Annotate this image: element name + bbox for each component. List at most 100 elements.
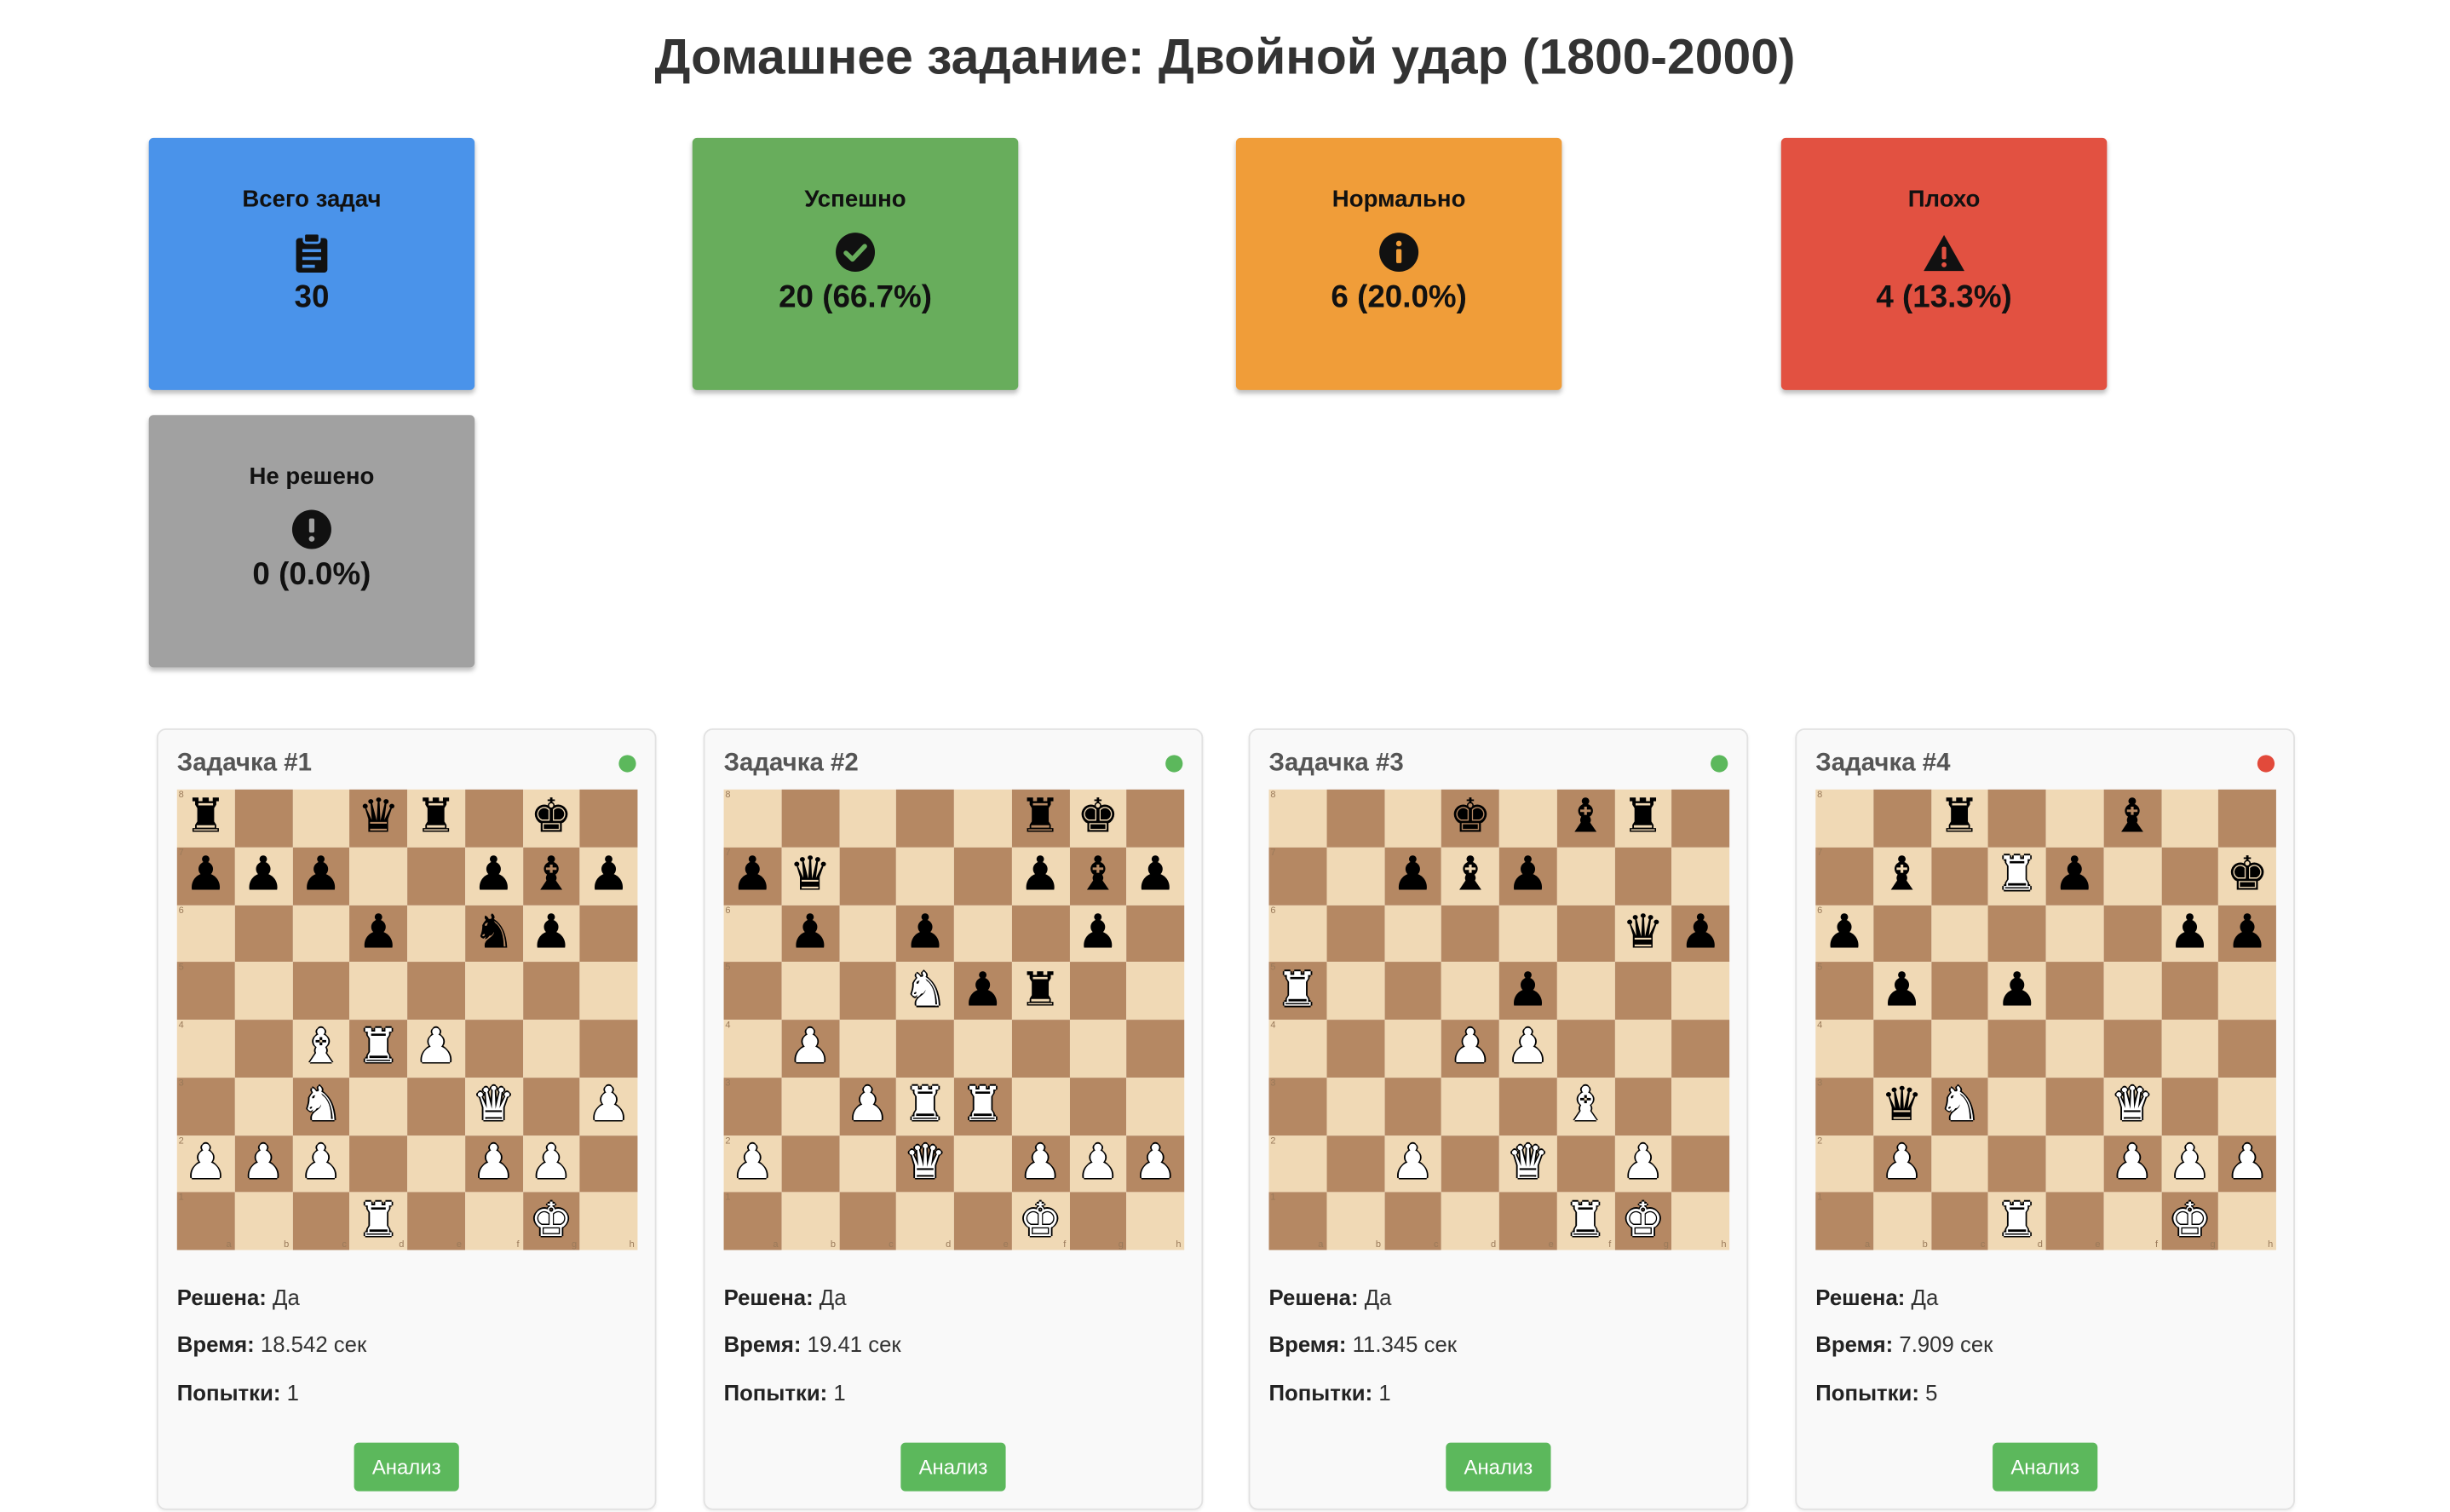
analysis-button[interactable]: Анализ — [354, 1442, 459, 1492]
square-e2[interactable] — [2045, 1135, 2104, 1193]
square-h4[interactable] — [2218, 1020, 2276, 1078]
square-e3[interactable] — [2045, 1077, 2104, 1135]
square-f1[interactable]: f — [2103, 1192, 2161, 1250]
square-e5[interactable]: ♟ — [1498, 962, 1557, 1020]
square-b2[interactable] — [1326, 1135, 1384, 1193]
square-b6[interactable] — [1326, 904, 1384, 963]
analysis-button[interactable]: Анализ — [900, 1442, 1006, 1492]
square-f5[interactable] — [1556, 962, 1614, 1020]
square-e8[interactable] — [953, 789, 1012, 848]
square-e3[interactable] — [1498, 1077, 1557, 1135]
square-a4[interactable]: 4 — [723, 1020, 782, 1078]
square-c6[interactable] — [291, 904, 350, 963]
white-pawn-icon[interactable]: ♟ — [732, 1140, 774, 1187]
square-g3[interactable] — [1069, 1077, 1127, 1135]
square-b3[interactable] — [781, 1077, 839, 1135]
white-pawn-icon[interactable]: ♟ — [847, 1082, 889, 1130]
square-d7[interactable]: ♝ — [1441, 847, 1499, 905]
square-a5[interactable]: 5 — [176, 962, 235, 1020]
square-a3[interactable]: 3 — [1268, 1077, 1327, 1135]
white-pawn-icon[interactable]: ♟ — [1449, 1024, 1491, 1072]
analysis-button[interactable]: Анализ — [1993, 1442, 2098, 1492]
square-e8[interactable] — [1498, 789, 1557, 848]
square-g4[interactable] — [1613, 1020, 1672, 1078]
square-e2[interactable] — [407, 1135, 465, 1193]
white-pawn-icon[interactable]: ♟ — [1507, 1024, 1549, 1072]
white-knight-icon[interactable]: ♞ — [1938, 1082, 1980, 1130]
square-b1[interactable]: b — [1872, 1192, 1931, 1250]
white-king-icon[interactable]: ♚ — [530, 1197, 572, 1245]
square-h3[interactable] — [2218, 1077, 2276, 1135]
chess-board[interactable]: 8 ♜ ♝ 7 ♝ ♜ ♟ ♚ 6 ♟ ♟ ♟ 5 ♟ ♟ 4 3 ♛ ♞ ♛ 2 ♟ ♟ ♟ ♟ 1 a b c d ♜ e f g ♚ h — [1815, 789, 2276, 1250]
square-b4[interactable]: ♟ — [781, 1020, 839, 1078]
square-c2[interactable] — [838, 1135, 897, 1193]
square-h2[interactable]: ♟ — [2218, 1135, 2276, 1193]
black-rook-icon[interactable]: ♜ — [1020, 794, 1061, 842]
square-c7[interactable] — [1930, 847, 1989, 905]
white-pawn-icon[interactable]: ♟ — [2169, 1140, 2211, 1187]
square-b5[interactable] — [1326, 962, 1384, 1020]
square-d4[interactable] — [896, 1020, 954, 1078]
square-b1[interactable]: b — [234, 1192, 292, 1250]
square-d4[interactable] — [1988, 1020, 2046, 1078]
square-h5[interactable] — [1671, 962, 1730, 1020]
black-queen-icon[interactable]: ♛ — [1881, 1082, 1923, 1130]
square-f2[interactable]: ♟ — [2103, 1135, 2161, 1193]
square-d3[interactable]: ♜ — [896, 1077, 954, 1135]
square-c8[interactable] — [1383, 789, 1442, 848]
square-g8[interactable]: ♚ — [522, 789, 580, 848]
square-e4[interactable]: ♟ — [407, 1020, 465, 1078]
square-c5[interactable] — [291, 962, 350, 1020]
square-g2[interactable]: ♟ — [2160, 1135, 2219, 1193]
square-d5[interactable]: ♞ — [896, 962, 954, 1020]
square-f4[interactable] — [2103, 1020, 2161, 1078]
square-c5[interactable] — [1930, 962, 1989, 1020]
square-f5[interactable] — [464, 962, 523, 1020]
square-g5[interactable] — [522, 962, 580, 1020]
square-a8[interactable]: 8 — [1815, 789, 1873, 848]
square-d6[interactable] — [1988, 904, 2046, 963]
square-f6[interactable]: ♞ — [464, 904, 523, 963]
white-pawn-icon[interactable]: ♟ — [1881, 1140, 1923, 1187]
square-b6[interactable] — [234, 904, 292, 963]
white-pawn-icon[interactable]: ♟ — [415, 1024, 457, 1072]
square-f7[interactable] — [2103, 847, 2161, 905]
black-pawn-icon[interactable]: ♟ — [1077, 909, 1119, 957]
square-a5[interactable]: 5 ♜ — [1268, 962, 1327, 1020]
square-f4[interactable] — [464, 1020, 523, 1078]
white-knight-icon[interactable]: ♞ — [904, 967, 946, 1015]
white-rook-icon[interactable]: ♜ — [1996, 1197, 2038, 1245]
square-f2[interactable]: ♟ — [464, 1135, 523, 1193]
black-king-icon[interactable]: ♚ — [530, 794, 572, 842]
square-b4[interactable] — [1872, 1020, 1931, 1078]
white-king-icon[interactable]: ♚ — [1622, 1197, 1664, 1245]
square-e1[interactable]: e — [953, 1192, 1012, 1250]
square-f3[interactable]: ♛ — [464, 1077, 523, 1135]
square-c8[interactable] — [291, 789, 350, 848]
square-a5[interactable]: 5 — [1815, 962, 1873, 1020]
white-king-icon[interactable]: ♚ — [2169, 1197, 2211, 1245]
square-b8[interactable] — [781, 789, 839, 848]
square-a7[interactable]: 7 ♟ — [723, 847, 782, 905]
square-f1[interactable]: f ♜ — [1556, 1192, 1614, 1250]
square-a7[interactable]: 7 ♟ — [176, 847, 235, 905]
black-pawn-icon[interactable]: ♟ — [588, 852, 630, 900]
white-rook-icon[interactable]: ♜ — [1996, 852, 2038, 900]
square-h6[interactable]: ♟ — [2218, 904, 2276, 963]
square-g8[interactable] — [2160, 789, 2219, 848]
black-rook-icon[interactable]: ♜ — [185, 794, 227, 842]
square-a6[interactable]: 6 — [723, 904, 782, 963]
black-pawn-icon[interactable]: ♟ — [530, 909, 572, 957]
square-d5[interactable]: ♟ — [1988, 962, 2046, 1020]
square-g5[interactable] — [1613, 962, 1672, 1020]
square-d6[interactable]: ♟ — [349, 904, 408, 963]
square-a4[interactable]: 4 — [1268, 1020, 1327, 1078]
square-g1[interactable]: g ♚ — [1613, 1192, 1672, 1250]
square-a1[interactable]: 1a — [1815, 1192, 1873, 1250]
square-a1[interactable]: 1a — [1268, 1192, 1327, 1250]
square-f8[interactable] — [464, 789, 523, 848]
square-h7[interactable] — [1671, 847, 1730, 905]
square-d6[interactable]: ♟ — [896, 904, 954, 963]
black-bishop-icon[interactable]: ♝ — [1077, 852, 1119, 900]
white-pawn-icon[interactable]: ♟ — [300, 1140, 342, 1187]
